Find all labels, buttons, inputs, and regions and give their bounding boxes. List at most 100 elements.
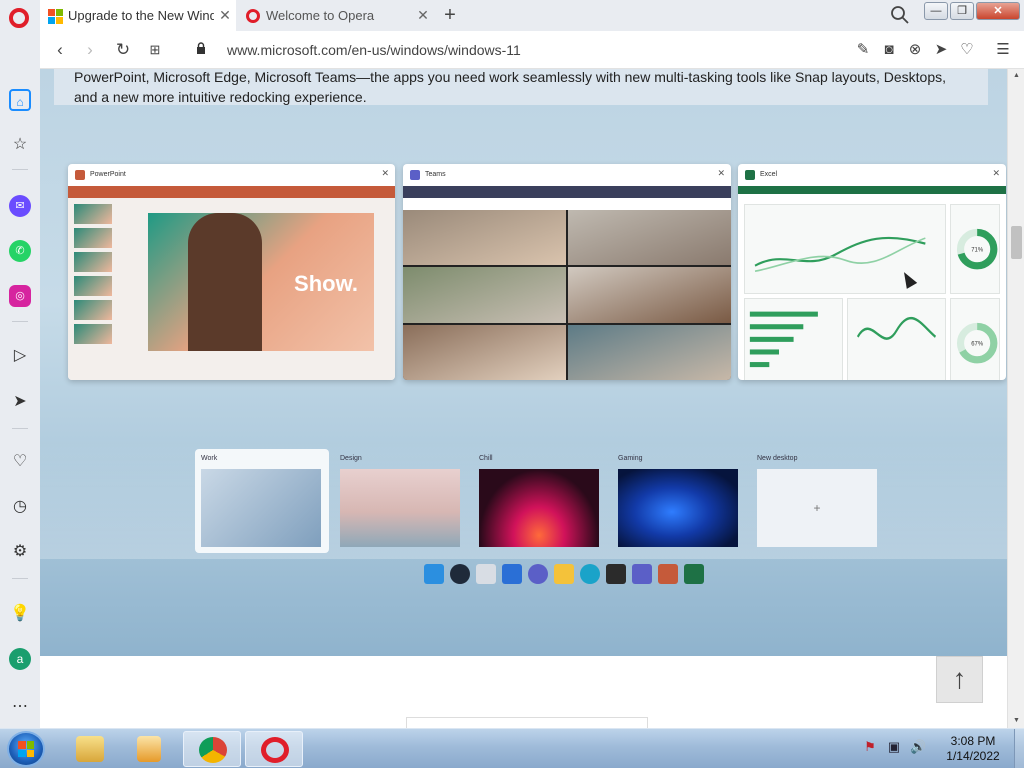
video-tile: [568, 324, 731, 380]
start-button[interactable]: [7, 731, 45, 767]
url-field[interactable]: www.microsoft.com/en-us/windows/windows-…: [227, 42, 521, 58]
excel-icon: [684, 564, 704, 584]
scroll-down-arrow-icon[interactable]: ▼: [1008, 714, 1024, 728]
taskbar-media-player[interactable]: [122, 731, 180, 767]
heart-icon[interactable]: ♡: [9, 451, 31, 473]
adblock-icon[interactable]: ⊗: [906, 40, 924, 60]
home-icon[interactable]: ⌂: [9, 89, 31, 111]
tab-close-icon[interactable]: ✕: [412, 7, 434, 24]
desktop-gaming: Gaming: [612, 449, 746, 553]
whatsapp-icon[interactable]: ✆: [9, 240, 31, 262]
taskbar-explorer[interactable]: [61, 731, 119, 767]
show-desktop-button[interactable]: [1014, 729, 1024, 768]
gauge-label: 71%: [972, 248, 985, 254]
scroll-up-arrow-icon[interactable]: ▲: [1008, 69, 1024, 83]
embedded-frame-edge: [406, 717, 648, 728]
messenger-icon[interactable]: ✉: [9, 195, 31, 217]
new-tab-button[interactable]: +: [440, 4, 460, 27]
clock-time: 3:08 PM: [950, 734, 996, 748]
video-tile: [403, 324, 566, 380]
easy-setup-icon[interactable]: ☰: [994, 40, 1012, 60]
window-controls: — ❐ ✕: [924, 2, 1020, 20]
history-icon[interactable]: ◷: [9, 496, 31, 518]
win11-taskbar-illustration: [424, 564, 724, 586]
opera-menu-icon[interactable]: [9, 8, 29, 28]
camera-icon[interactable]: ◙: [880, 40, 898, 60]
grid-icon[interactable]: ⊞: [145, 40, 165, 60]
powerpoint-icon: [658, 564, 678, 584]
window-close-icon: ✕: [381, 168, 389, 178]
video-tile: [568, 210, 731, 266]
desktops-switcher: Work Design Chill Gaming New desktop +: [195, 449, 885, 553]
star-icon[interactable]: ☆: [9, 134, 31, 156]
back-icon[interactable]: ‹: [50, 40, 70, 60]
window-title-bar: Teams ✕: [403, 164, 731, 186]
more-icon[interactable]: ⋯: [9, 696, 31, 718]
desktop-chill: Chill: [473, 449, 607, 553]
excel-icon: [745, 170, 755, 180]
tab-close-icon[interactable]: ✕: [214, 7, 236, 24]
volume-icon[interactable]: 🔊: [910, 739, 926, 755]
desktop-design: Design: [334, 449, 468, 553]
teams-window: Teams ✕: [403, 164, 731, 380]
task-view-icon: [476, 564, 496, 584]
send-icon[interactable]: ➤: [932, 40, 950, 60]
sidebar-divider: [12, 321, 28, 322]
media-player-icon: [137, 736, 161, 762]
flow-send-icon[interactable]: ➤: [9, 391, 31, 413]
tab-upgrade-windows[interactable]: Upgrade to the New Windows ✕: [40, 0, 236, 31]
minimize-button[interactable]: —: [924, 2, 948, 20]
windows-start-icon: [424, 564, 444, 584]
windows-logo-icon: [18, 741, 34, 757]
forward-icon[interactable]: ›: [80, 40, 100, 60]
lock-icon[interactable]: [196, 42, 206, 54]
video-call-grid: [403, 210, 731, 380]
search-tabs-icon[interactable]: [890, 5, 910, 25]
window-title-bar: PowerPoint ✕: [68, 164, 395, 186]
close-window-button[interactable]: ✕: [976, 2, 1020, 20]
desktop-label: Chill: [479, 455, 493, 462]
intro-paragraph: PowerPoint, Microsoft Edge, Microsoft Te…: [54, 69, 988, 105]
scroll-to-top-button[interactable]: ↑: [936, 656, 983, 703]
player-icon[interactable]: ▷: [9, 345, 31, 367]
add-desktop-plus-icon: +: [757, 469, 877, 547]
window-title: Teams: [425, 171, 446, 178]
window-title: Excel: [760, 171, 778, 178]
reload-icon[interactable]: ↻: [113, 40, 133, 60]
desktop-label: New desktop: [757, 455, 798, 462]
window-close-icon: ✕: [992, 168, 1000, 178]
powerpoint-window: PowerPoint ✕ Show.: [68, 164, 395, 380]
windows11-hero-image: PowerPoint, Microsoft Edge, Microsoft Te…: [40, 69, 1007, 656]
network-icon[interactable]: ▣: [886, 739, 902, 755]
file-explorer-icon: [554, 564, 574, 584]
heart-icon[interactable]: ♡: [958, 40, 976, 60]
tab-welcome-opera[interactable]: Welcome to Opera ✕: [238, 0, 434, 31]
ribbon: [68, 186, 395, 198]
sidebar-divider: [12, 428, 28, 429]
settings-gear-icon[interactable]: ⚙: [9, 541, 31, 563]
aria-icon[interactable]: a: [9, 648, 31, 670]
excel-dashboard: 71% 67%: [744, 204, 1000, 380]
tips-lightbulb-icon[interactable]: 💡: [9, 603, 31, 625]
maximize-button[interactable]: ❐: [950, 2, 974, 20]
clock-date: 1/14/2022: [946, 749, 1000, 763]
widgets-icon: [502, 564, 522, 584]
gauge-71: 71%: [957, 228, 998, 270]
taskbar-chrome[interactable]: [183, 731, 241, 767]
web-page: PowerPoint, Microsoft Edge, Microsoft Te…: [40, 69, 1007, 728]
bar-chart-panel: [744, 298, 844, 380]
opera-favicon-icon: [246, 8, 260, 23]
taskbar-opera[interactable]: [245, 731, 303, 767]
tab-bar: Upgrade to the New Windows ✕ Welcome to …: [0, 0, 1024, 31]
instagram-icon[interactable]: ◎: [9, 285, 31, 307]
vertical-scrollbar[interactable]: ▲ ▼: [1007, 69, 1024, 728]
address-bar: ‹ › ↻ ⊞ www.microsoft.com/en-us/windows/…: [40, 31, 1024, 69]
tab-label: Upgrade to the New Windows: [68, 8, 214, 23]
slide-photo: [188, 213, 262, 351]
taskbar-clock[interactable]: 3:08 PM 1/14/2022: [938, 734, 1008, 764]
edit-icon[interactable]: ✎: [854, 40, 872, 60]
action-center-flag-icon[interactable]: ⚑: [862, 739, 878, 755]
video-tile: [403, 210, 566, 266]
teams-toolbar: [403, 186, 731, 198]
scrollbar-thumb[interactable]: [1011, 226, 1022, 259]
